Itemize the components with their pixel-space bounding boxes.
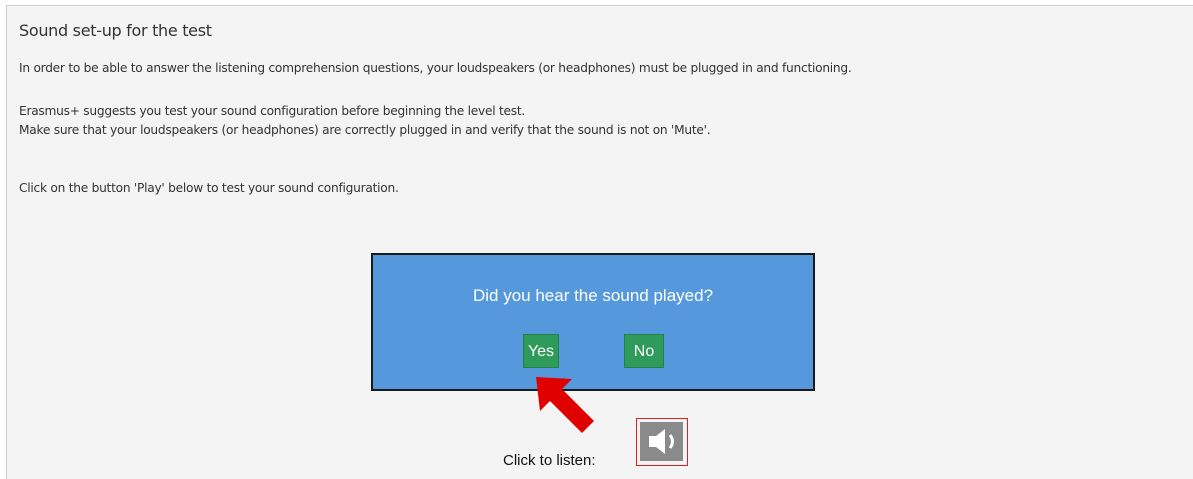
red-arrow-icon [536, 377, 594, 433]
sound-setup-panel: Sound set-up for the test In order to be… [6, 5, 1193, 479]
page-title: Sound set-up for the test [19, 21, 212, 40]
play-instruction-paragraph: Click on the button 'Play' below to test… [19, 181, 399, 195]
intro-paragraph: In order to be able to answer the listen… [19, 61, 852, 75]
speaker-icon [640, 422, 683, 461]
yes-button[interactable]: Yes [523, 334, 559, 368]
no-button[interactable]: No [624, 334, 664, 368]
dialog-question: Did you hear the sound played? [472, 286, 714, 305]
play-sound-button[interactable] [636, 418, 688, 466]
suggestion-paragraph: Erasmus+ suggests you test your sound co… [19, 104, 525, 118]
click-to-listen-label: Click to listen: [503, 452, 596, 469]
mute-check-paragraph: Make sure that your loudspeakers (or hea… [19, 123, 711, 137]
